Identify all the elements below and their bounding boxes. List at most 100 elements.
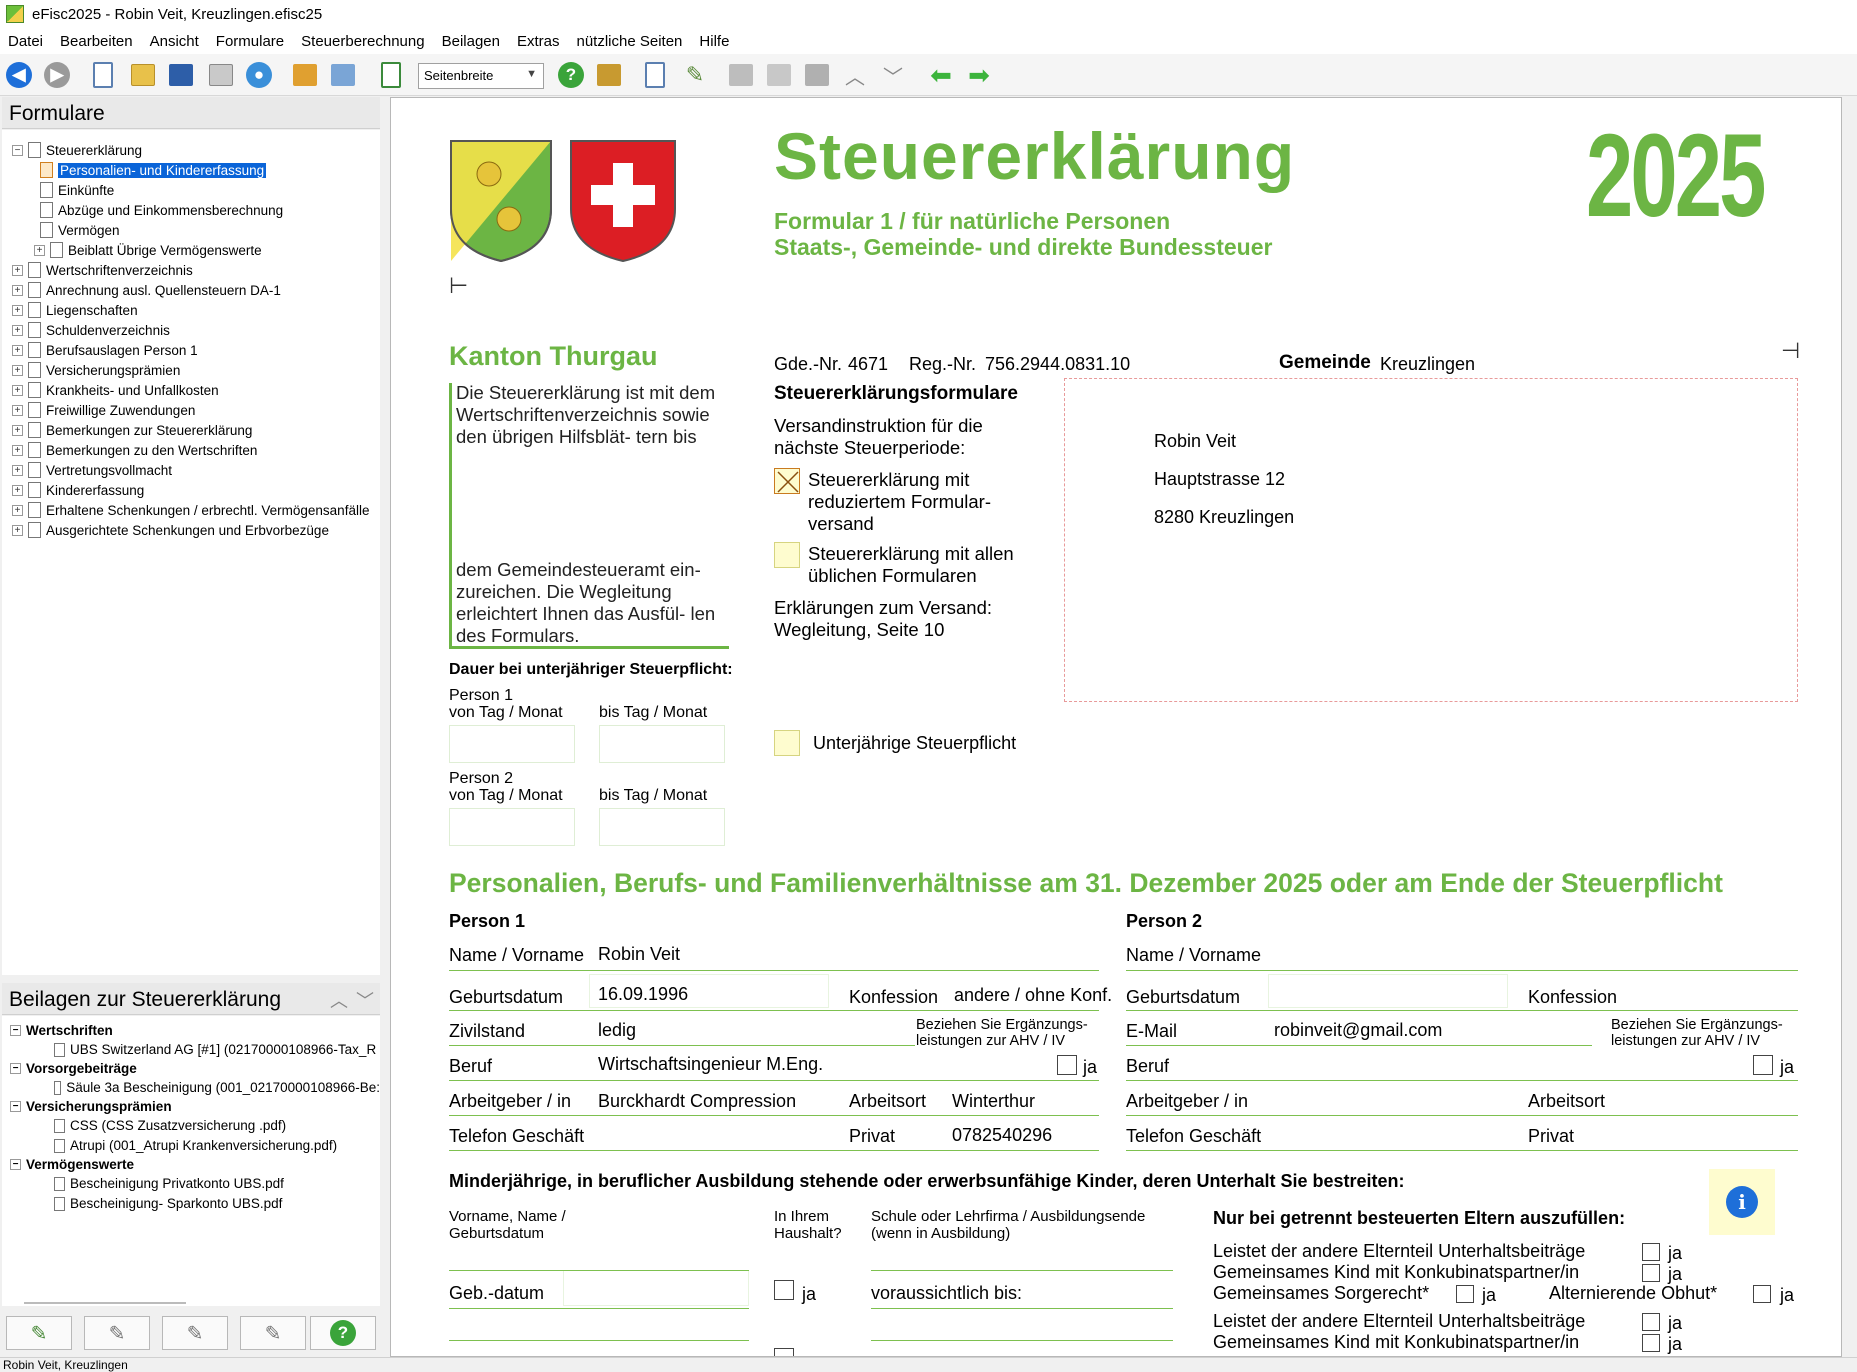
collapse-icon[interactable]: − bbox=[12, 144, 23, 156]
expand-icon[interactable]: + bbox=[12, 264, 23, 276]
vertical-scrollbar[interactable] bbox=[1842, 97, 1857, 1357]
person1-von-input[interactable] bbox=[449, 725, 575, 763]
next-form-button[interactable]: ➡ bbox=[964, 60, 994, 90]
p1-name-value[interactable]: Robin Veit bbox=[598, 944, 680, 965]
beilagen-item[interactable]: Säule 3a Bescheinigung (001_021700001089… bbox=[54, 1078, 380, 1097]
tree-item[interactable]: + Freiwillige Zuwendungen bbox=[12, 400, 195, 420]
expand-icon[interactable]: + bbox=[12, 424, 23, 436]
expand-icon[interactable]: + bbox=[12, 384, 23, 396]
p1-arbeitsort-value[interactable]: Winterthur bbox=[952, 1091, 1035, 1112]
tree-item[interactable]: − Steuererklärung bbox=[12, 140, 142, 160]
obhut-checkbox[interactable] bbox=[1753, 1285, 1771, 1303]
tree-item[interactable]: + Bemerkungen zur Steuererklärung bbox=[12, 420, 252, 440]
add-attachment-button[interactable]: ✎ bbox=[6, 1316, 72, 1350]
beilagen-item[interactable]: Bescheinigung- Sparkonto UBS.pdf bbox=[54, 1194, 380, 1213]
option-all-checkbox[interactable] bbox=[774, 542, 800, 568]
expand-icon[interactable]: + bbox=[12, 304, 23, 316]
menu-steuerberechnung[interactable]: Steuerberechnung bbox=[301, 33, 424, 50]
menu-beilagen[interactable]: Beilagen bbox=[442, 33, 500, 50]
check-document-button[interactable] bbox=[376, 60, 406, 90]
beilagen-group[interactable]: − Wertschriften bbox=[10, 1021, 113, 1040]
konkubinat-checkbox[interactable] bbox=[1642, 1264, 1660, 1282]
tree-item[interactable]: + Bemerkungen zu den Wertschriften bbox=[12, 440, 257, 460]
menu-extras[interactable]: Extras bbox=[517, 33, 560, 50]
p1-zivilstand-value[interactable]: ledig bbox=[598, 1020, 636, 1041]
beilagen-group[interactable]: − Vermögenswerte bbox=[10, 1155, 134, 1174]
help-button[interactable]: ? bbox=[556, 60, 586, 90]
kind1-gebdatum-input[interactable] bbox=[563, 1270, 749, 1306]
tree-item[interactable]: + Versicherungsprämien bbox=[12, 360, 180, 380]
menu-ansicht[interactable]: Ansicht bbox=[150, 33, 199, 50]
person2-von-input[interactable] bbox=[449, 808, 575, 846]
beilagen-item[interactable]: CSS (CSS Zusatzversicherung .pdf) bbox=[54, 1116, 380, 1135]
menu-bearbeiten[interactable]: Bearbeiten bbox=[60, 33, 133, 50]
table-button-1[interactable] bbox=[726, 60, 756, 90]
collapse-icon[interactable]: − bbox=[10, 1025, 21, 1036]
beilagen-item[interactable]: Atrupi (001_Atrupi Krankenversicherung.p… bbox=[54, 1136, 380, 1155]
attachment-help-button[interactable]: ? bbox=[310, 1316, 376, 1350]
expand-icon[interactable]: + bbox=[12, 464, 23, 476]
menu-hilfe[interactable]: Hilfe bbox=[699, 33, 729, 50]
down-button[interactable]: ﹀ bbox=[878, 60, 908, 90]
kind1-haushalt-checkbox[interactable] bbox=[774, 1280, 794, 1300]
unterhalt-checkbox-2[interactable] bbox=[1642, 1313, 1660, 1331]
p2-email-value[interactable]: robinveit@gmail.com bbox=[1274, 1020, 1442, 1041]
manual-button[interactable] bbox=[594, 60, 624, 90]
menu-datei[interactable]: Datei bbox=[8, 33, 43, 50]
new-button[interactable] bbox=[88, 60, 118, 90]
open-attachment-button[interactable]: ✎ bbox=[162, 1316, 228, 1350]
beilagen-item[interactable]: UBS Switzerland AG [#1] (02170000108966-… bbox=[54, 1040, 380, 1059]
info-button[interactable]: i bbox=[1709, 1169, 1775, 1235]
sorgerecht-checkbox[interactable] bbox=[1456, 1285, 1474, 1303]
menu-nuetzliche-seiten[interactable]: nützliche Seiten bbox=[577, 33, 683, 50]
page-button[interactable] bbox=[640, 60, 670, 90]
tree-item[interactable]: + Wertschriftenverzeichnis bbox=[12, 260, 193, 280]
horizontal-scrollbar[interactable] bbox=[24, 1302, 186, 1304]
expand-icon[interactable]: + bbox=[12, 484, 23, 496]
forward-button[interactable]: ▶ bbox=[42, 60, 72, 90]
beilagen-item[interactable]: Bescheinigung Privatkonto UBS.pdf bbox=[54, 1174, 380, 1193]
up-button[interactable]: ︿ bbox=[840, 60, 870, 90]
tree-item[interactable]: + Anrechnung ausl. Quellensteuern DA-1 bbox=[12, 280, 281, 300]
expand-icon[interactable]: + bbox=[12, 404, 23, 416]
expand-icon[interactable]: + bbox=[12, 364, 23, 376]
beilagen-group[interactable]: − Vorsorgebeiträge bbox=[10, 1059, 137, 1078]
p1-beruf-value[interactable]: Wirtschaftsingenieur M.Eng. bbox=[598, 1054, 823, 1075]
tree-item[interactable]: + Berufsauslagen Person 1 bbox=[12, 340, 198, 360]
back-button[interactable]: ◀ bbox=[4, 60, 34, 90]
tree-item[interactable]: + Ausgerichtete Schenkungen und Erbvorbez… bbox=[12, 520, 329, 540]
tree-item[interactable]: Einkünfte bbox=[40, 180, 114, 200]
expand-icon[interactable]: + bbox=[12, 444, 23, 456]
tree-item[interactable]: + Krankheits- und Unfallkosten bbox=[12, 380, 219, 400]
beilagen-group[interactable]: − Versicherungsprämien bbox=[10, 1097, 172, 1116]
person1-bis-input[interactable] bbox=[599, 725, 725, 763]
expand-icon[interactable]: + bbox=[12, 284, 23, 296]
tree-item[interactable]: Vermögen bbox=[40, 220, 120, 240]
p1-ahv-checkbox[interactable] bbox=[1057, 1055, 1077, 1075]
tree-item[interactable]: Abzüge und Einkommensberechnung bbox=[40, 200, 283, 220]
collapse-icon[interactable]: − bbox=[10, 1063, 21, 1074]
option-reduced-checkbox[interactable] bbox=[774, 468, 800, 494]
p2-ahv-checkbox[interactable] bbox=[1753, 1055, 1773, 1075]
zoom-select[interactable]: Seitenbreite ▼ bbox=[418, 63, 544, 89]
expand-icon[interactable]: + bbox=[12, 324, 23, 336]
print-button[interactable] bbox=[206, 60, 236, 90]
person2-bis-input[interactable] bbox=[599, 808, 725, 846]
p1-privat-value[interactable]: 0782540296 bbox=[952, 1125, 1052, 1146]
prev-form-button[interactable]: ⬅ bbox=[926, 60, 956, 90]
tree-item[interactable]: + Schuldenverzeichnis bbox=[12, 320, 170, 340]
p2-geburtsdatum-input[interactable] bbox=[1268, 974, 1508, 1008]
unterjaehrig-checkbox[interactable] bbox=[774, 730, 800, 756]
collapse-icon[interactable]: − bbox=[10, 1159, 21, 1170]
open-button[interactable] bbox=[128, 60, 158, 90]
menu-formulare[interactable]: Formulare bbox=[216, 33, 284, 50]
expand-icon[interactable]: + bbox=[12, 344, 23, 356]
unterhalt-checkbox[interactable] bbox=[1642, 1243, 1660, 1261]
p1-konfession-value[interactable]: andere / ohne Konf. bbox=[954, 985, 1112, 1006]
konkubinat-checkbox-2[interactable] bbox=[1642, 1334, 1660, 1352]
table-button-3[interactable] bbox=[802, 60, 832, 90]
web-button[interactable]: ● bbox=[244, 60, 274, 90]
expand-icon[interactable]: + bbox=[12, 524, 23, 536]
save-button[interactable] bbox=[166, 60, 196, 90]
expand-icon[interactable]: + bbox=[34, 244, 45, 256]
